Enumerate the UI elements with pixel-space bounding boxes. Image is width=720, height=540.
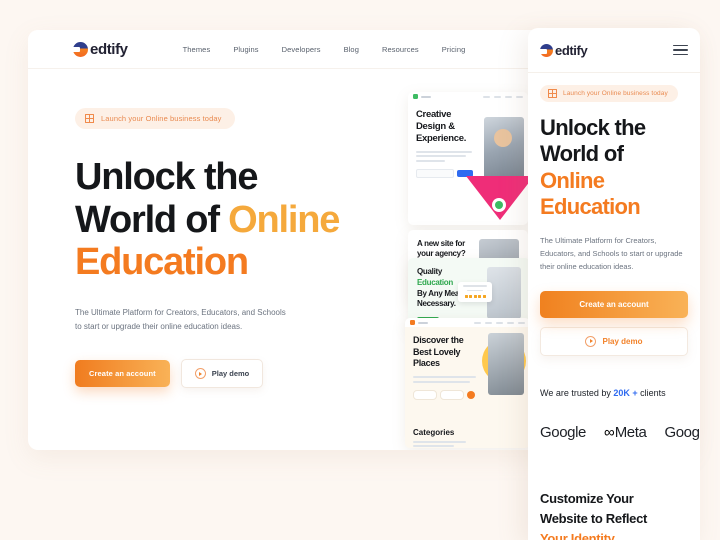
qr-squares-icon [85, 114, 94, 123]
template-card-body: Discover the Best Lovely Places Categori… [405, 327, 530, 448]
template-person-photo [487, 267, 521, 319]
nav-item-plugins[interactable]: Plugins [233, 45, 258, 54]
mobile-play-demo-button[interactable]: Play demo [540, 326, 688, 356]
page-title: Unlock the World of Online Education [75, 156, 375, 284]
star-rating-icon [458, 295, 492, 299]
placeholder-lines [413, 440, 479, 448]
template-card-places[interactable]: Discover the Best Lovely Places Categori… [405, 318, 530, 448]
logo-text: edtify [90, 40, 128, 58]
trusted-count: 20K + [613, 387, 638, 398]
client-logos-row: Google ∞ Meta Goog [540, 423, 700, 441]
heading-line-1: Unlock the [75, 156, 258, 198]
template-categories-section: Categories [413, 428, 522, 448]
filter-field[interactable] [413, 389, 437, 400]
heading-line-2: World of Online [75, 199, 375, 242]
hero-badge-label: Launch your Online business today [101, 114, 222, 123]
logo[interactable]: edtify [72, 40, 128, 58]
mobile-page-title: Unlock the World of Online Education [540, 115, 688, 221]
template-search-input[interactable] [416, 168, 454, 178]
mobile-create-account-button[interactable]: Create an account [540, 290, 688, 318]
mobile-logo-text: edtify [555, 42, 588, 58]
mobile-play-demo-label: Play demo [602, 336, 643, 346]
mobile-heading-line-2-plain: World of [540, 141, 624, 167]
template-person-photo [488, 333, 524, 395]
filter-search-icon[interactable] [467, 390, 475, 399]
mobile-navbar: edtify [528, 28, 700, 73]
hero-paragraph: The Ultimate Platform for Creators, Educ… [75, 307, 286, 332]
create-account-button[interactable]: Create an account [75, 360, 170, 388]
mobile-badge-label: Launch your Online business today [563, 90, 668, 97]
trusted-post: clients [637, 387, 666, 398]
mobile-heading-line-2-accent: Online [540, 167, 605, 193]
hero-badge: Launch your Online business today [75, 108, 236, 129]
nav-item-blog[interactable]: Blog [344, 45, 359, 54]
mobile-heading-line-2: World of Online [540, 141, 688, 194]
heading-line-2-accent: Online [228, 198, 340, 241]
mobile-preview-panel: edtify Launch your Online business today… [528, 28, 700, 540]
play-circle-icon [585, 335, 597, 347]
filter-field[interactable] [440, 389, 464, 400]
trusted-by-text: We are trusted by 20K + clients [540, 386, 688, 402]
mockup-canvas: edtify Themes Plugins Developers Blog Re… [0, 0, 720, 540]
mobile-logo[interactable]: edtify [539, 42, 588, 58]
client-logo-meta-label: Meta [614, 423, 647, 441]
heading-line-3-accent: Education [75, 241, 249, 284]
title-accent: Education [417, 277, 453, 287]
mobile-heading-line-3-accent: Education [540, 194, 641, 220]
hamburger-menu-icon[interactable] [673, 44, 688, 56]
nav-item-themes[interactable]: Themes [183, 45, 211, 54]
mobile-hero-badge: Launch your Online business today [540, 85, 678, 102]
template-card-body: Creative Design & Experience. [408, 101, 528, 225]
section-heading-accent: Your Identity [540, 530, 615, 540]
section-heading-line-2: Website to Reflect [540, 510, 648, 526]
client-logo-google-2: Goog [664, 423, 700, 441]
section-heading-line-1: Customize Your [540, 490, 634, 506]
edtify-globe-logo-icon [539, 43, 553, 57]
mobile-hero: Launch your Online business today Unlock… [528, 73, 700, 540]
template-badge-icon [492, 198, 506, 212]
mobile-heading-line-1: Unlock the [540, 115, 646, 140]
mini-browser-bar [408, 92, 528, 101]
play-demo-button[interactable]: Play demo [180, 359, 264, 389]
placeholder-lines [416, 150, 472, 162]
mobile-section-heading: Customize Your Website to Reflect Your I… [540, 489, 688, 540]
template-categories-title: Categories [413, 427, 455, 437]
template-card-creative[interactable]: Creative Design & Experience. [408, 92, 528, 225]
nav-item-developers[interactable]: Developers [282, 45, 321, 54]
play-circle-icon [194, 368, 206, 380]
meta-infinity-icon: ∞ [603, 423, 615, 441]
title-pre: Quality [417, 267, 443, 276]
desktop-hero: Launch your Online business today Unlock… [75, 108, 375, 389]
mini-logo-icon [413, 94, 418, 99]
mini-logo-icon [410, 320, 415, 325]
qr-squares-icon [548, 89, 557, 98]
play-demo-label: Play demo [211, 369, 250, 379]
template-rating-chip [458, 282, 492, 302]
template-card-title: Creative Design & Experience. [416, 109, 467, 144]
mobile-hero-paragraph: The Ultimate Platform for Creators, Educ… [540, 235, 683, 271]
client-logo-google: Google [540, 423, 586, 441]
client-logo-meta: ∞ Meta [603, 423, 647, 441]
trusted-pre: We are trusted by [540, 387, 614, 398]
placeholder-lines [413, 376, 479, 383]
hero-buttons: Create an account Play demo [75, 359, 375, 389]
edtify-globe-logo-icon [72, 41, 88, 57]
mini-browser-bar [405, 318, 530, 327]
heading-line-2-plain: World of [75, 198, 229, 241]
template-card-title: Discover the Best Lovely Places [413, 335, 464, 369]
